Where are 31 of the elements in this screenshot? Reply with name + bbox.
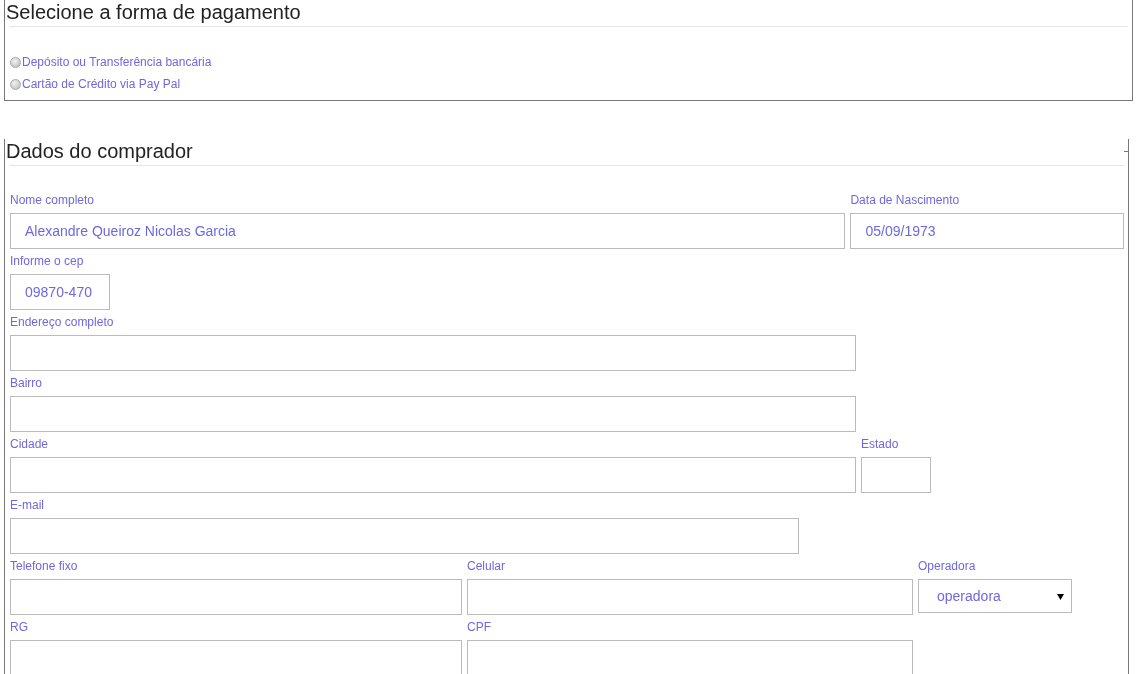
input-field[interactable]: [10, 579, 462, 615]
radio-option[interactable]: Depósito ou Transferência bancária: [10, 54, 1128, 70]
input-field[interactable]: [10, 518, 799, 554]
field-label: Celular: [467, 559, 505, 573]
input-field[interactable]: [861, 457, 931, 493]
field-label: CPF: [467, 620, 491, 634]
field-label: Telefone fixo: [10, 559, 78, 573]
input-field[interactable]: 09870-470: [10, 274, 110, 310]
field-label: Nome completo: [10, 193, 95, 207]
input-field[interactable]: [467, 579, 913, 615]
field-label: Data de Nascimento: [850, 193, 960, 207]
field-label: Bairro: [10, 376, 42, 390]
field-label: E-mail: [10, 498, 44, 512]
input-field[interactable]: 05/09/1973: [850, 213, 1124, 249]
field-label: Estado: [861, 437, 899, 451]
input-field[interactable]: [10, 457, 856, 493]
field-label: Operadora: [918, 559, 976, 573]
field-label: Informe o cep: [10, 254, 84, 268]
radio-button[interactable]: [10, 78, 21, 90]
radio-button[interactable]: [10, 56, 21, 68]
radio-option[interactable]: Cartão de Crédito via Pay Pal: [10, 76, 1128, 92]
input-field[interactable]: Alexandre Queiroz Nicolas Garcia: [10, 213, 846, 249]
input-field[interactable]: [467, 640, 913, 674]
caret-icon: [1057, 592, 1064, 600]
input-field[interactable]: [10, 396, 856, 432]
field-label: Endereço completo: [10, 315, 114, 329]
field-label: Cidade: [10, 437, 49, 451]
dropdown[interactable]: operadora: [918, 579, 1072, 613]
input-field[interactable]: [10, 640, 462, 674]
input-field[interactable]: [10, 335, 856, 371]
field-label: RG: [10, 620, 28, 634]
